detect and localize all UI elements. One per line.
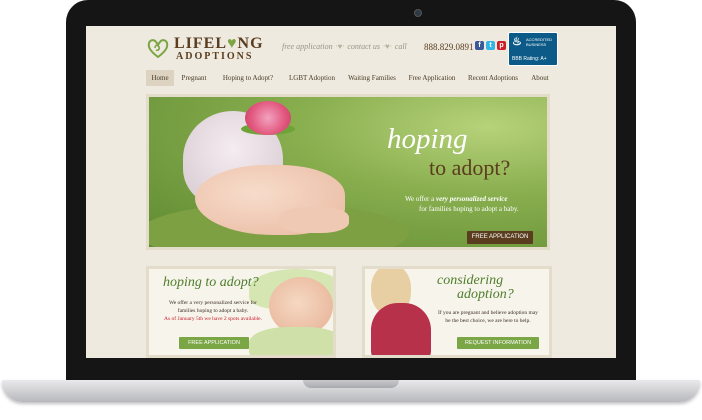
panel-title-2: adoption? <box>457 287 514 302</box>
camera-icon <box>414 9 422 17</box>
laptop-notch <box>303 380 399 388</box>
bbb-torch-icon: ♨ <box>512 36 522 48</box>
hero-subtitle: to adopt? <box>429 155 511 180</box>
panel-woman-image <box>371 303 431 355</box>
twitter-icon[interactable]: t <box>486 41 495 50</box>
nav-pregnant[interactable]: Pregnant <box>176 70 212 86</box>
hero-free-application-button[interactable]: FREE APPLICATION <box>467 231 533 244</box>
panel-request-information-button[interactable]: REQUEST INFORMATION <box>457 337 539 349</box>
heart-logo-icon[interactable] <box>146 36 170 60</box>
heart-divider-icon: ·♥· <box>383 42 392 51</box>
site-header: LIFEL♥NG ADOPTIONS free application ·♥· co… <box>86 26 616 70</box>
hero-text: We offer a very personalized service <box>405 195 508 203</box>
hero-slider: hoping to adopt? We offer a very persona… <box>146 94 550 250</box>
panel-text: We offer a very personalized service for… <box>164 300 262 322</box>
nav-lgbt-adoption[interactable]: LGBT Adoption <box>284 70 340 86</box>
nav-waiting-families[interactable]: Waiting Families <box>344 70 400 86</box>
website-screen: LIFEL♥NG ADOPTIONS free application ·♥· co… <box>86 26 616 358</box>
panel-hoping-to-adopt: hoping to adopt? We offer a very persona… <box>146 266 336 358</box>
panel-considering-adoption: considering adoption? If you are pregnan… <box>362 266 552 358</box>
logo-heart-icon: ♥ <box>227 35 238 52</box>
nav-recent-adoptions[interactable]: Recent Adoptions <box>464 70 522 86</box>
nav-free-application[interactable]: Free Application <box>404 70 460 86</box>
nav-home[interactable]: Home <box>146 70 174 86</box>
bbb-badge[interactable]: ♨ ACCREDITED BUSINESS BBB Rating: A+ <box>508 32 558 66</box>
call-label: call <box>394 42 407 51</box>
phone-number[interactable]: 888.829.0891 <box>424 42 474 52</box>
heart-divider-icon: ·♥· <box>335 42 345 51</box>
header-links: free application ·♥· contact us ·♥· call <box>282 42 407 51</box>
hero-text-2: for families hoping to adopt a baby. <box>419 205 519 213</box>
panel-free-application-button[interactable]: FREE APPLICATION <box>179 337 249 349</box>
nav-hoping-to-adopt[interactable]: Hoping to Adopt? <box>216 70 280 86</box>
logo-subtext: ADOPTIONS <box>176 51 254 62</box>
contact-us-link[interactable]: contact us <box>347 42 380 51</box>
panel-text: If you are pregnant and believe adoption… <box>437 310 539 324</box>
hero-image-flower <box>245 101 291 135</box>
hero-title: hoping <box>387 123 468 155</box>
pinterest-icon[interactable]: p <box>497 41 506 50</box>
facebook-icon[interactable]: f <box>475 41 484 50</box>
main-nav: Home Pregnant Hoping to Adopt? LGBT Adop… <box>146 70 556 86</box>
free-application-link[interactable]: free application <box>282 42 333 51</box>
panel-title: hoping to adopt? <box>163 275 259 290</box>
nav-about[interactable]: About <box>526 70 554 86</box>
